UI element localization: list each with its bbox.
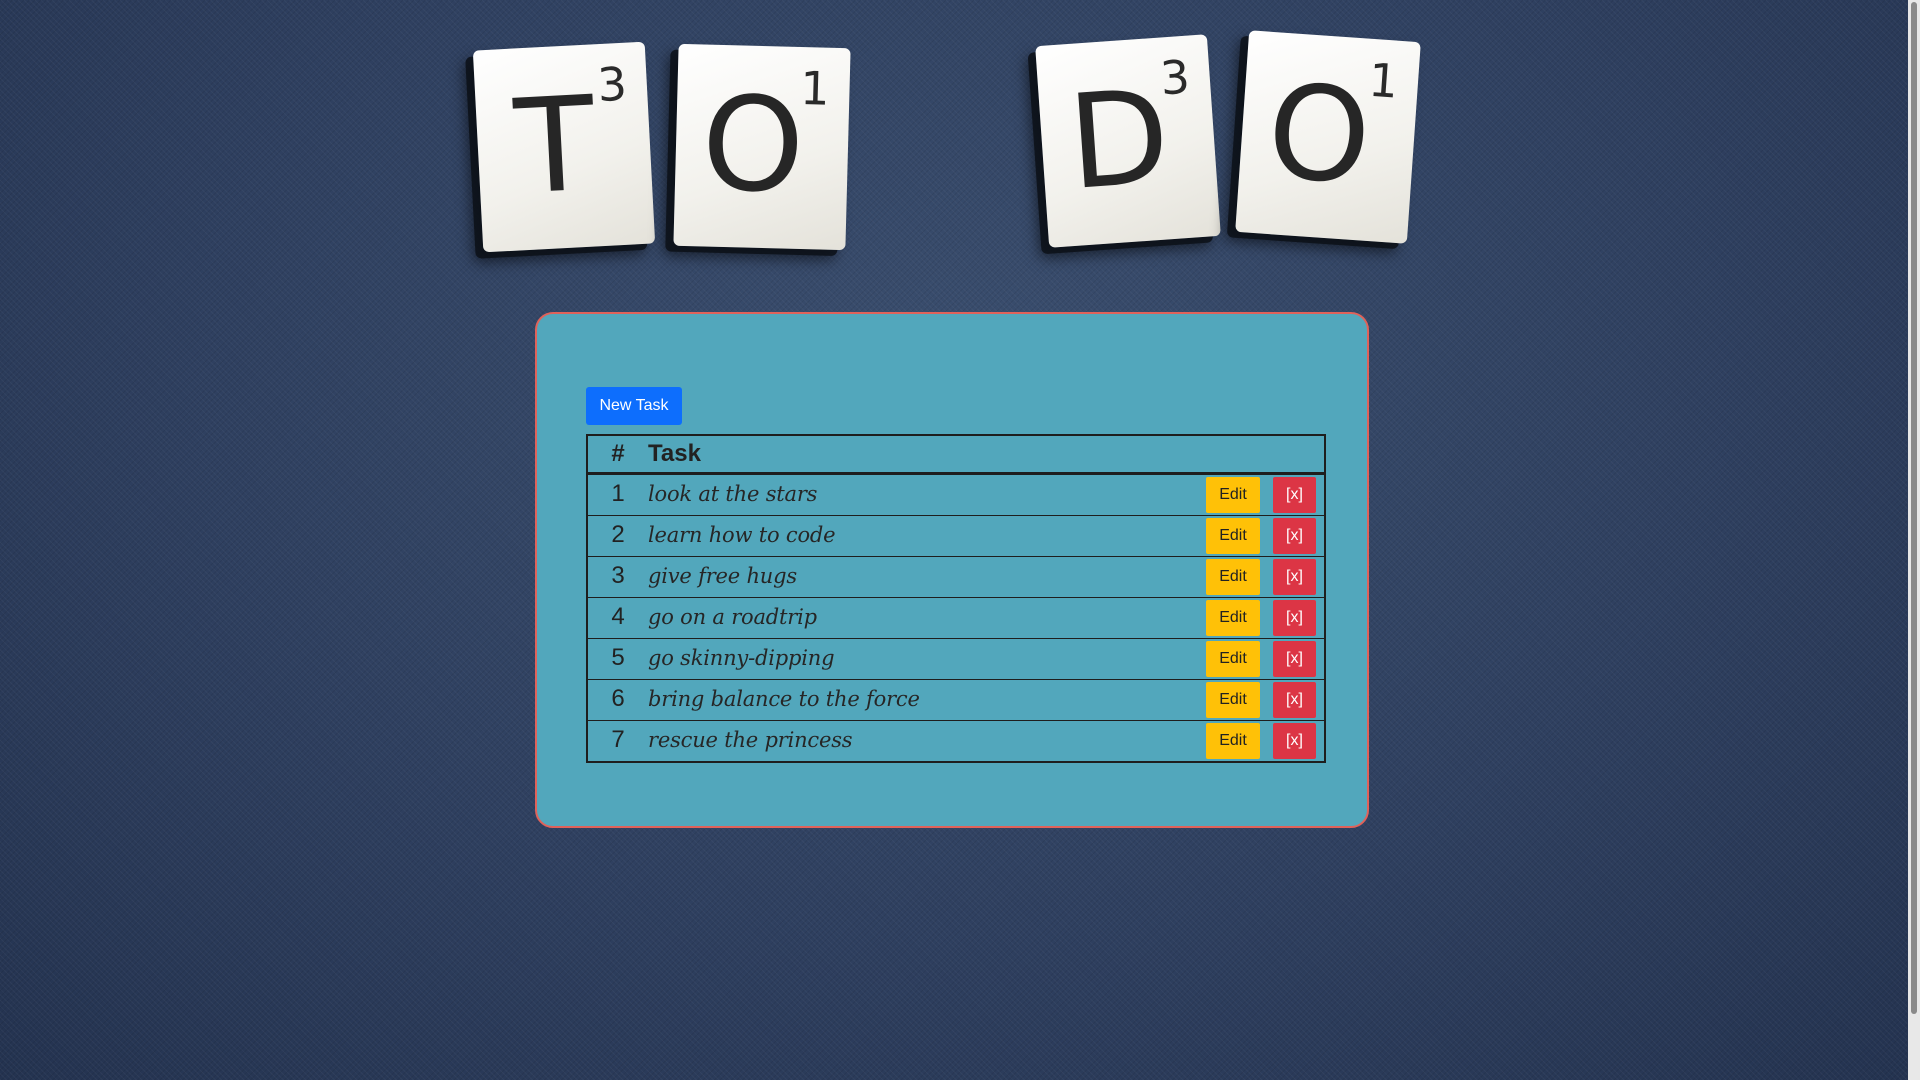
table-row: 3 give free hugs Edit [x] [588,557,1324,598]
delete-button[interactable]: [x] [1273,723,1316,759]
delete-button[interactable]: [x] [1273,600,1316,636]
title-tile: D 3 [1035,34,1221,248]
edit-button[interactable]: Edit [1206,559,1260,595]
task-text: learn how to code [648,523,836,547]
edit-button[interactable]: Edit [1206,600,1260,636]
tile-score: 3 [1158,49,1192,106]
title-tile: O 1 [1235,30,1421,244]
edit-button[interactable]: Edit [1206,641,1260,677]
scrollbar-thumb[interactable] [1911,2,1917,1014]
row-number: 4 [611,603,625,630]
task-text: give free hugs [648,564,797,588]
edit-button[interactable]: Edit [1206,518,1260,554]
task-text: bring balance to the force [648,687,920,711]
row-number: 3 [611,562,625,589]
tile-score: 1 [799,60,831,116]
task-text: go skinny-dipping [648,646,835,670]
row-number: 2 [611,521,625,548]
header-task: Task [648,440,701,467]
table-row: 5 go skinny-dipping Edit [x] [588,639,1324,680]
delete-button[interactable]: [x] [1273,641,1316,677]
tile-score: 3 [596,56,629,113]
table-row: 7 rescue the princess Edit [x] [588,721,1324,761]
task-table: # Task 1 look at the stars Edit [x] 2 le… [586,434,1326,763]
todo-title-tiles: T 3 O 1 D 3 O 1 [0,0,1908,270]
delete-button[interactable]: [x] [1273,477,1316,513]
table-header: # Task [588,436,1324,475]
row-number: 7 [611,726,625,753]
task-card: New Task # Task 1 look at the stars Edit… [535,312,1369,828]
title-tile: O 1 [673,43,851,251]
row-number: 6 [611,685,625,712]
row-number: 5 [611,644,625,671]
delete-button[interactable]: [x] [1273,518,1316,554]
table-row: 4 go on a roadtrip Edit [x] [588,598,1324,639]
table-row: 1 look at the stars Edit [x] [588,475,1324,516]
page-scrollbar[interactable] [1908,0,1920,1080]
edit-button[interactable]: Edit [1206,682,1260,718]
tile-score: 1 [1366,52,1400,109]
task-text: look at the stars [648,482,818,506]
new-task-button[interactable]: New Task [586,387,682,425]
delete-button[interactable]: [x] [1273,559,1316,595]
title-tile: T 3 [472,41,656,253]
row-number: 1 [611,480,625,507]
task-text: go on a roadtrip [648,605,817,629]
header-number: # [611,440,625,467]
table-row: 2 learn how to code Edit [x] [588,516,1324,557]
edit-button[interactable]: Edit [1206,723,1260,759]
task-text: rescue the princess [648,728,853,752]
table-row: 6 bring balance to the force Edit [x] [588,680,1324,721]
delete-button[interactable]: [x] [1273,682,1316,718]
edit-button[interactable]: Edit [1206,477,1260,513]
